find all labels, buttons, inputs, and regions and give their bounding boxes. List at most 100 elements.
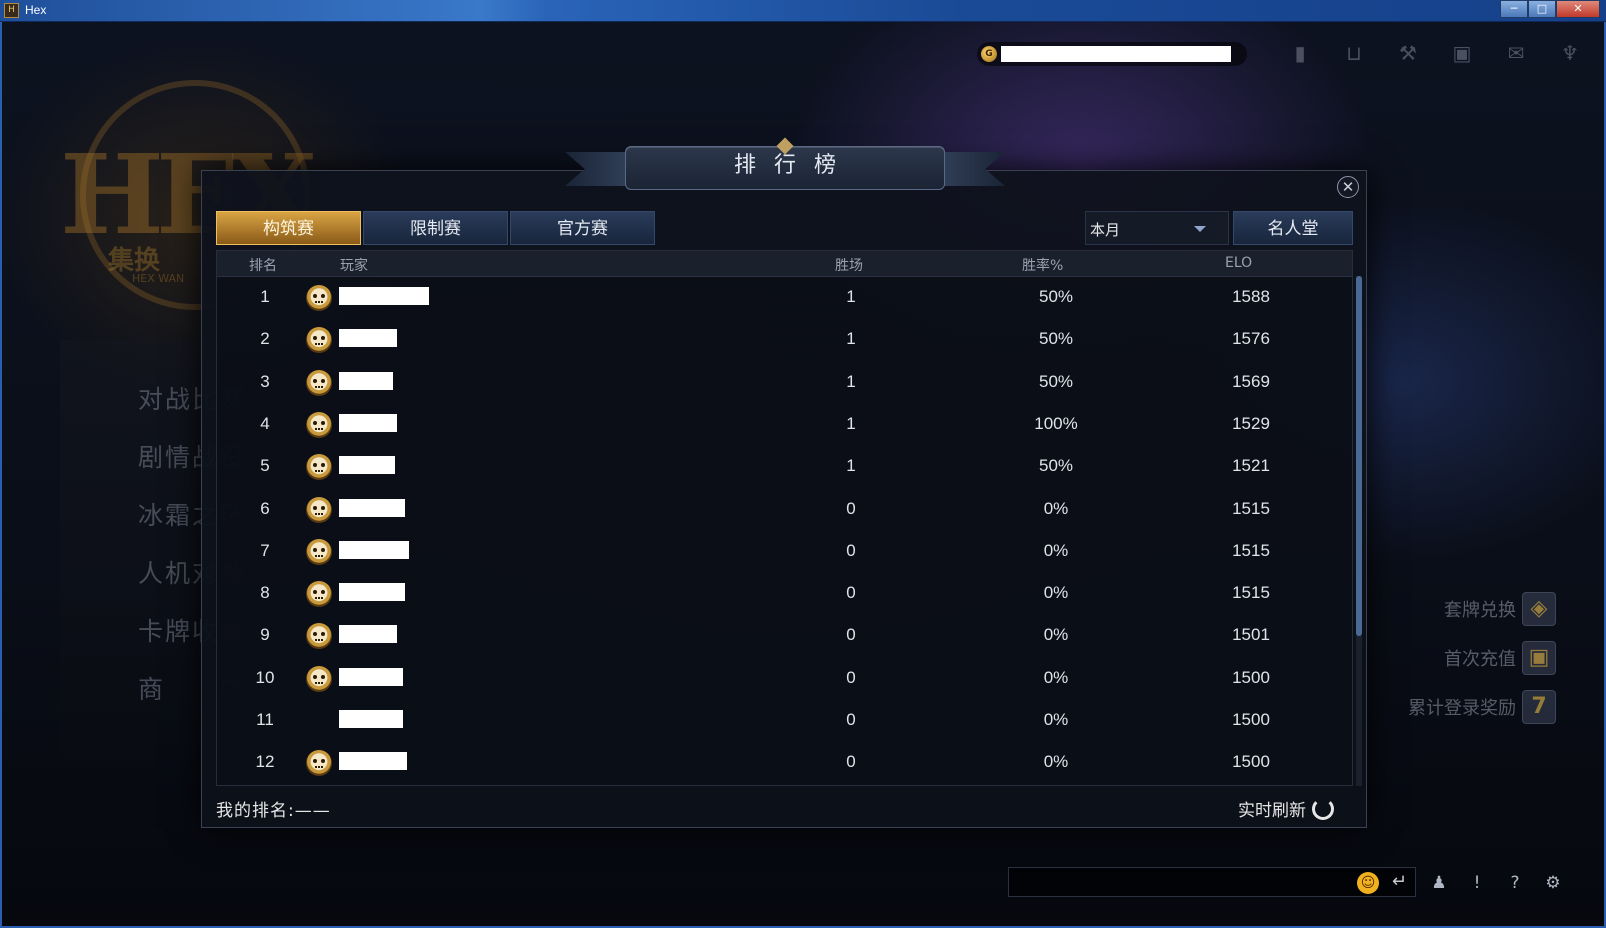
mail-icon[interactable]: ✉ xyxy=(1503,40,1529,66)
table-scrollbar[interactable] xyxy=(1356,276,1362,786)
elo-cell: 1529 xyxy=(1232,413,1270,433)
tab-constructed[interactable]: 构筑赛 xyxy=(216,211,361,245)
close-dialog-button[interactable]: ✕ xyxy=(1337,176,1359,198)
redacted-player-name xyxy=(339,540,409,559)
window-controls: ─ □ ✕ xyxy=(1500,0,1600,18)
alert-icon[interactable]: ! xyxy=(1466,872,1488,894)
skull-rank-icon xyxy=(306,411,332,438)
elo-cell: 1588 xyxy=(1232,287,1270,306)
table-row[interactable]: 4 1 100% 1529 xyxy=(217,404,1352,446)
skull-rank-icon xyxy=(306,623,332,650)
skull-rank-icon xyxy=(306,369,332,396)
cart-icon[interactable]: ⊔ xyxy=(1341,40,1367,66)
elo-cell: 1501 xyxy=(1232,625,1270,645)
promo-login-reward[interactable]: 累计登录奖励 7 xyxy=(1408,690,1556,724)
win-rate-cell: 0% xyxy=(1043,540,1069,560)
table-row[interactable]: 8 0 0% 1515 xyxy=(217,573,1352,615)
tab-limited[interactable]: 限制赛 xyxy=(363,211,508,245)
period-value: 本月 xyxy=(1090,221,1121,239)
table-row[interactable]: 12 0 0% 1500 xyxy=(217,742,1352,784)
wins-cell: 1 xyxy=(846,456,856,476)
wins-cell: 0 xyxy=(846,667,856,687)
skull-rank-icon xyxy=(306,581,332,608)
chevron-down-icon xyxy=(1194,226,1206,232)
maximize-button[interactable]: □ xyxy=(1528,0,1556,18)
settings-icon[interactable]: ⚙ xyxy=(1542,872,1564,894)
trophy-icon[interactable]: ♆ xyxy=(1557,40,1583,66)
period-select[interactable]: 本月 xyxy=(1085,211,1229,245)
wins-cell: 1 xyxy=(846,329,856,349)
help-icon[interactable]: ? xyxy=(1504,872,1526,894)
promo-label: 首次充值 xyxy=(1444,649,1516,670)
elo-cell: 1500 xyxy=(1232,667,1270,687)
rank-cell: 10 xyxy=(255,667,275,687)
refresh-icon xyxy=(1312,797,1334,820)
wins-cell: 1 xyxy=(846,287,856,306)
dialog-banner: 排行榜 xyxy=(565,137,1005,196)
friends-icon[interactable]: ♟ xyxy=(1428,872,1450,894)
table-row[interactable]: 5 1 50% 1521 xyxy=(217,446,1352,488)
redacted-currency xyxy=(1001,46,1231,62)
deck-exchange-icon: ◈ xyxy=(1522,592,1556,626)
win-rate-cell: 0% xyxy=(1043,710,1069,729)
redacted-player-name xyxy=(339,710,403,728)
table-row[interactable]: 3 1 50% 1569 xyxy=(217,362,1352,404)
tab-official[interactable]: 官方赛 xyxy=(510,211,655,245)
wins-cell: 0 xyxy=(846,625,856,645)
wins-cell: 0 xyxy=(846,710,856,729)
elo-cell: 1515 xyxy=(1232,498,1270,518)
bottom-icons: ♟ ! ? ⚙ xyxy=(1428,872,1564,894)
enter-icon[interactable]: ↵ xyxy=(1392,871,1407,892)
hall-of-fame-button[interactable]: 名人堂 xyxy=(1233,211,1353,245)
table-row[interactable]: 2 1 50% 1576 xyxy=(217,319,1352,361)
skull-rank-icon xyxy=(306,496,332,523)
col-win-rate: 胜率% xyxy=(1022,258,1064,274)
wins-cell: 1 xyxy=(846,413,856,433)
redacted-player-name xyxy=(339,371,393,390)
redacted-player-name xyxy=(339,498,405,517)
table-row[interactable]: 11 0 0% 1500 xyxy=(217,700,1352,742)
redacted-player-name xyxy=(339,583,405,602)
wins-cell: 1 xyxy=(846,371,856,391)
promo-deck-exchange[interactable]: 套牌兑换 ◈ xyxy=(1444,592,1556,626)
emoji-icon[interactable]: ☺ xyxy=(1357,872,1379,894)
table-row[interactable]: 10 0 0% 1500 xyxy=(217,658,1352,700)
win-rate-cell: 0% xyxy=(1043,752,1069,772)
wins-cell: 0 xyxy=(846,752,856,772)
skull-rank-icon xyxy=(306,285,332,311)
minimize-button[interactable]: ─ xyxy=(1500,0,1528,18)
rank-cell: 11 xyxy=(256,710,274,729)
my-rank: 我的排名:—— xyxy=(216,801,331,821)
rank-cell: 7 xyxy=(260,540,270,560)
promo-first-recharge[interactable]: 首次充值 ▣ xyxy=(1444,641,1556,675)
window-close-button[interactable]: ✕ xyxy=(1556,0,1600,18)
login-reward-icon: 7 xyxy=(1522,690,1556,724)
redacted-player-name xyxy=(339,667,403,686)
elo-cell: 1515 xyxy=(1232,583,1270,603)
chat-input[interactable]: ☺ ↵ xyxy=(1008,867,1416,897)
box-icon[interactable]: ▣ xyxy=(1449,40,1475,66)
win-rate-cell: 0% xyxy=(1043,667,1069,687)
win-rate-cell: 0% xyxy=(1043,583,1069,603)
win-rate-cell: 50% xyxy=(1038,456,1074,476)
scroll-thumb[interactable] xyxy=(1356,276,1362,636)
hammer-icon[interactable]: ⚒ xyxy=(1395,40,1421,66)
elo-cell: 1500 xyxy=(1232,710,1270,729)
table-row[interactable]: 7 0 0% 1515 xyxy=(217,531,1352,573)
rank-cell: 1 xyxy=(260,287,270,306)
skull-rank-icon xyxy=(306,665,332,692)
rank-cell: 4 xyxy=(260,413,270,433)
col-player: 玩家 xyxy=(340,258,368,274)
chart-icon[interactable]: ▮ xyxy=(1287,40,1313,66)
table-row[interactable]: 6 0 0% 1515 xyxy=(217,489,1352,531)
win-rate-cell: 0% xyxy=(1043,498,1069,518)
elo-cell: 1521 xyxy=(1232,456,1270,476)
col-wins: 胜场 xyxy=(835,258,863,274)
elo-cell: 1515 xyxy=(1232,540,1270,560)
refresh-label: 实时刷新 xyxy=(1238,801,1306,821)
live-refresh-button[interactable]: 实时刷新 xyxy=(1238,796,1334,821)
table-row[interactable]: 1 1 50% 1588 xyxy=(217,277,1352,319)
table-row[interactable]: 9 0 0% 1501 xyxy=(217,615,1352,657)
redacted-player-name xyxy=(339,329,397,348)
win-rate-cell: 50% xyxy=(1038,287,1074,306)
